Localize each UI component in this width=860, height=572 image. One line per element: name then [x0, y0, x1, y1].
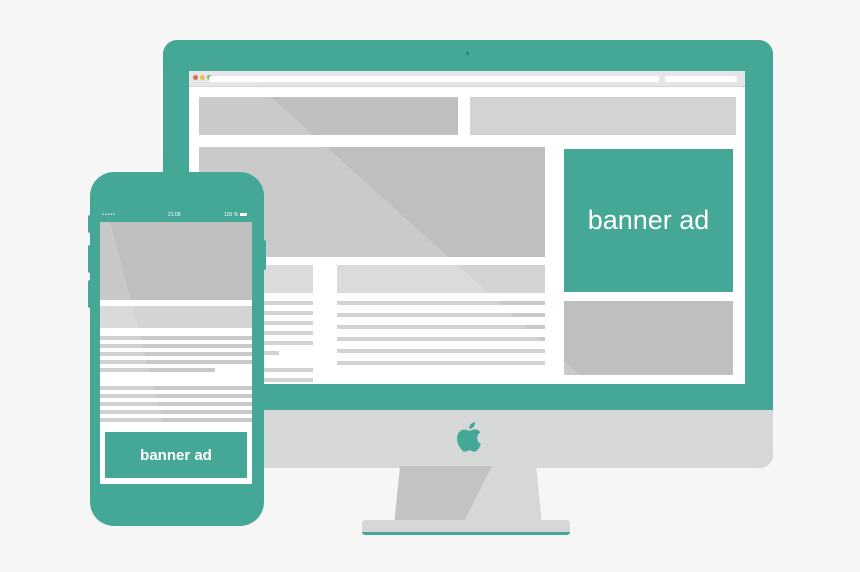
banner-ad-label: banner ad — [140, 446, 212, 464]
webcam-dot — [466, 52, 469, 55]
battery-icon — [240, 213, 247, 216]
status-battery: 100 % — [224, 212, 239, 218]
monitor-stand — [394, 466, 542, 526]
phone-banner-ad[interactable]: banner ad — [103, 430, 249, 480]
desktop-screen: banner ad — [189, 71, 745, 384]
signal-dots-icon: ••••• — [102, 212, 116, 218]
status-time: 21:08 — [168, 212, 181, 218]
monitor-base — [362, 520, 570, 535]
screen-glare — [189, 86, 589, 384]
smartphone: ••••• 21:08 100 % banner ad — [90, 172, 264, 526]
phone-screen: banner ad — [100, 222, 252, 484]
apple-icon — [457, 422, 481, 452]
phone-status-bar: ••••• 21:08 100 % — [100, 212, 252, 220]
